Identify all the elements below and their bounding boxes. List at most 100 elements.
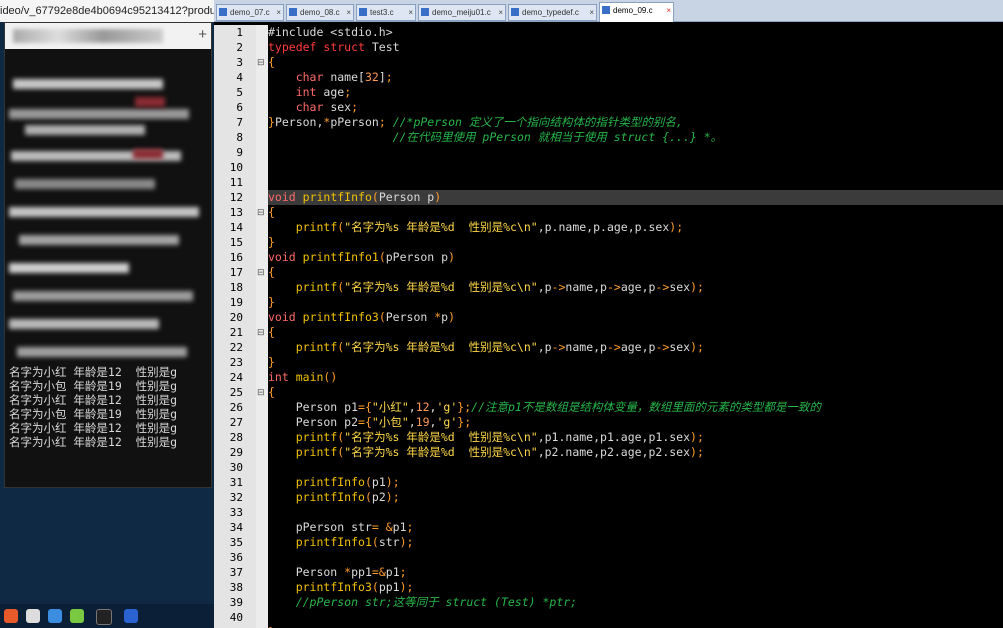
code-line[interactable]: 6 char sex;: [236, 100, 1003, 115]
line-number: 25: [229, 386, 243, 399]
tab-label: test3.c: [370, 8, 394, 17]
code-line[interactable]: 32 printfInfo(p2);: [230, 490, 1003, 505]
editor-tab[interactable]: demo_meiju01.c ×: [418, 4, 506, 21]
code-line[interactable]: 20 void printfInfo3(Person *p): [230, 310, 1003, 325]
code-line[interactable]: 35 printfInfo1(str);: [230, 535, 1003, 550]
code-line[interactable]: 19}: [230, 295, 1003, 310]
terminal-icon[interactable]: [96, 609, 112, 625]
console-output-line: 名字为小红 年龄是12 性别是g: [9, 393, 178, 407]
line-number: 3: [236, 56, 243, 69]
code-line[interactable]: 26 Person p1={"小红",12,'g'};//注意p1不是数组是结构…: [230, 400, 1003, 415]
blurred-row: [13, 79, 163, 89]
editor-tab[interactable]: demo_07.c ×: [216, 4, 284, 21]
browser-url-bar[interactable]: ideo/v_67792e8de4b0694c95213412?product_: [0, 0, 214, 22]
code-line[interactable]: 12 void printfInfo(Person p): [230, 190, 1003, 205]
fold-toggle-icon[interactable]: ⊟: [257, 265, 265, 280]
code-line[interactable]: 14 printf("名字为%s 年龄是%d 性别是%c\n",p.name,p…: [230, 220, 1003, 235]
code-line[interactable]: 9: [236, 145, 1003, 160]
app-icon[interactable]: [48, 609, 62, 623]
editor-tab[interactable]: demo_typedef.c ×: [508, 4, 597, 21]
code-line[interactable]: 24 int main(): [230, 370, 1003, 385]
code-line[interactable]: 15}: [230, 235, 1003, 250]
editor-tab[interactable]: test3.c ×: [356, 4, 416, 21]
tab-label: demo_typedef.c: [522, 8, 579, 17]
code-line[interactable]: 13 ⊟{: [230, 205, 1003, 220]
code-line[interactable]: 23}: [230, 355, 1003, 370]
new-tab-plus-icon[interactable]: +: [198, 26, 207, 43]
app-icon[interactable]: [70, 609, 84, 623]
blurred-row: [25, 125, 145, 135]
app-icon[interactable]: [26, 609, 40, 623]
file-icon: [421, 8, 429, 16]
code-line[interactable]: 5 int age;: [236, 85, 1003, 100]
blurred-row: [15, 179, 155, 189]
close-tab-icon[interactable]: ×: [408, 5, 413, 20]
code-line[interactable]: 28 printf("名字为%s 年龄是%d 性别是%c\n",p1.name,…: [230, 430, 1003, 445]
line-number: 13: [229, 206, 243, 219]
code-line[interactable]: 29 printf("名字为%s 年龄是%d 性别是%c\n",p2.name,…: [230, 445, 1003, 460]
code-line[interactable]: 7}Person,*pPerson; //*pPerson 定义了一个指向结构体…: [236, 115, 1003, 130]
code-line[interactable]: 30: [230, 460, 1003, 475]
code-text: Person p1={"小红",12,'g'};//注意p1不是数组是结构体变量…: [268, 400, 821, 414]
taskbar: [0, 604, 214, 628]
code-text: char sex;: [295, 100, 359, 114]
code-line[interactable]: 4 char name[32];: [236, 70, 1003, 85]
line-number: 36: [229, 551, 243, 564]
code-line[interactable]: 27 Person p2={"小包",19,'g'};: [230, 415, 1003, 430]
code-line[interactable]: 17 ⊟{: [230, 265, 1003, 280]
console-output-line: 名字为小红 年龄是12 性别是g: [9, 365, 178, 379]
code-line[interactable]: 34 pPerson str= &p1;: [230, 520, 1003, 535]
fold-toggle-icon[interactable]: ⊟: [257, 385, 265, 400]
code-line[interactable]: 36: [230, 550, 1003, 565]
code-line[interactable]: 40: [230, 610, 1003, 625]
code-line[interactable]: 16 void printfInfo1(pPerson p): [230, 250, 1003, 265]
close-tab-icon[interactable]: ×: [276, 5, 281, 20]
code-line[interactable]: 22 printf("名字为%s 年龄是%d 性别是%c\n",p->name,…: [230, 340, 1003, 355]
editor-tab-bar: demo_07.c × demo_08.c × test3.c × demo_meiju01…: [214, 0, 1003, 22]
app-icon[interactable]: [4, 609, 18, 623]
code-line[interactable]: 37 Person *pp1=&p1;: [230, 565, 1003, 580]
code-line[interactable]: 33: [230, 505, 1003, 520]
code-text: printf("名字为%s 年龄是%d 性别是%c\n",p->name,p->…: [295, 280, 704, 294]
code-text: printfInfo(p2);: [295, 490, 400, 504]
fold-toggle-icon[interactable]: ⊟: [257, 205, 265, 220]
file-icon: [511, 8, 519, 16]
code-area[interactable]: 1 #include <stdio.h> 2 typedef struct Test 3…: [230, 25, 1003, 628]
code-line[interactable]: 31 printfInfo(p1);: [230, 475, 1003, 490]
line-number: 26: [229, 401, 243, 414]
code-line[interactable]: 39 //pPerson str;这等同于 struct (Test) *ptr…: [230, 595, 1003, 610]
line-number: 27: [229, 416, 243, 429]
code-line[interactable]: 11: [230, 175, 1003, 190]
code-text: //在代码里使用 pPerson 就相当于使用 struct {...} *。: [392, 130, 723, 144]
app-icon[interactable]: [124, 609, 138, 623]
editor-tab[interactable]: demo_08.c ×: [286, 4, 354, 21]
blurred-title: [13, 29, 163, 43]
blurred-row: [19, 235, 179, 245]
blurred-row: [17, 347, 187, 357]
code-text: int age;: [295, 85, 352, 99]
line-number: 14: [229, 221, 243, 234]
code-line[interactable]: 18 printf("名字为%s 年龄是%d 性别是%c\n",p->name,…: [230, 280, 1003, 295]
code-text: #include <stdio.h>: [268, 25, 393, 39]
line-number: 21: [229, 326, 243, 339]
close-tab-icon[interactable]: ×: [589, 5, 594, 20]
code-text: char name[32];: [295, 70, 393, 84]
close-tab-icon[interactable]: ×: [666, 3, 671, 18]
code-text: //pPerson str;这等同于 struct (Test) *ptr;: [295, 595, 578, 609]
code-line[interactable]: 8 //在代码里使用 pPerson 就相当于使用 struct {...} *…: [236, 130, 1003, 145]
close-tab-icon[interactable]: ×: [346, 5, 351, 20]
code-text: void printfInfo(Person p): [268, 190, 442, 204]
editor-tab[interactable]: demo_09.c ×: [599, 2, 674, 22]
blurred-row: [13, 291, 193, 301]
code-line[interactable]: 10: [230, 160, 1003, 175]
code-line[interactable]: 25 ⊟{: [230, 385, 1003, 400]
code-line[interactable]: 38 printfInfo3(pp1);: [230, 580, 1003, 595]
code-line[interactable]: 1 #include <stdio.h>: [236, 25, 1003, 40]
code-text: }: [268, 235, 275, 249]
fold-toggle-icon[interactable]: ⊟: [257, 55, 265, 70]
code-line[interactable]: 21 ⊟{: [230, 325, 1003, 340]
code-line[interactable]: 2 typedef struct Test: [236, 40, 1003, 55]
code-line[interactable]: 3 ⊟{: [236, 55, 1003, 70]
close-tab-icon[interactable]: ×: [498, 5, 503, 20]
fold-toggle-icon[interactable]: ⊟: [257, 325, 265, 340]
